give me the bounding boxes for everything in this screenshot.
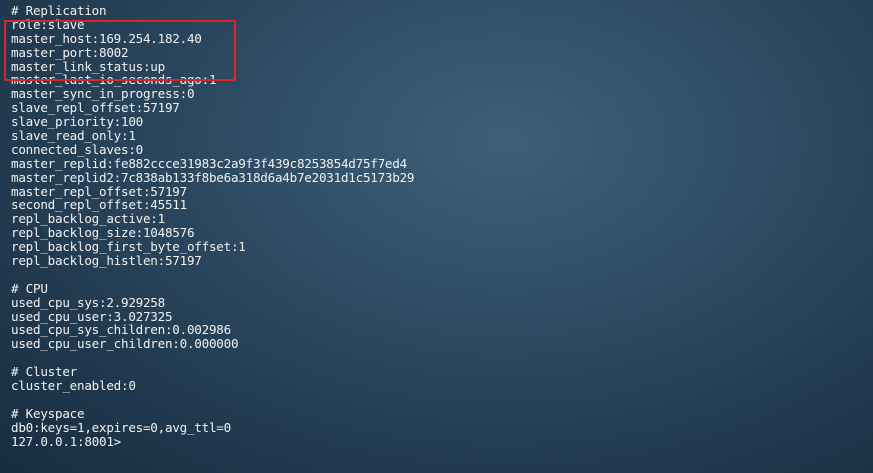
replication-slave-repl-offset: slave_repl_offset:57197 xyxy=(11,100,180,116)
cpu-used-user-children: used_cpu_user_children:0.000000 xyxy=(11,336,239,352)
replication-master-replid: master_replid:fe882ccce31983c2a9f3f439c8… xyxy=(11,155,407,171)
replication-master-link-status: master_link_status:up xyxy=(11,58,165,74)
section-header-replication: # Replication xyxy=(11,3,107,18)
replication-backlog-histlen: repl_backlog_histlen:57197 xyxy=(11,253,202,269)
section-header-cpu: # CPU xyxy=(11,280,48,296)
replication-master-repl-offset: master_repl_offset:57197 xyxy=(11,183,187,199)
replication-backlog-active: repl_backlog_active:1 xyxy=(11,211,165,227)
replication-backlog-size: repl_backlog_size:1048576 xyxy=(11,225,195,241)
terminal-output[interactable]: # Replication role:slave master_host:169… xyxy=(11,4,861,470)
keyspace-db0: db0:keys=1,expires=0,avg_ttl=0 xyxy=(11,419,231,435)
replication-master-last-io: master_last_io_seconds_ago:1 xyxy=(11,72,217,88)
replication-master-port: master_port:8002 xyxy=(11,44,129,60)
replication-connected-slaves: connected_slaves:0 xyxy=(11,141,143,157)
section-header-keyspace: # Keyspace xyxy=(11,405,85,421)
replication-backlog-first-byte-offset: repl_backlog_first_byte_offset:1 xyxy=(11,239,246,255)
cluster-enabled: cluster_enabled:0 xyxy=(11,378,136,394)
replication-master-replid2: master_replid2:7c838ab133f8be6a318d6a4b7… xyxy=(11,169,415,185)
cpu-used-sys-children: used_cpu_sys_children:0.002986 xyxy=(11,322,231,338)
replication-role: role:slave xyxy=(11,16,85,32)
cpu-used-user: used_cpu_user:3.027325 xyxy=(11,308,173,324)
cpu-used-sys: used_cpu_sys:2.929258 xyxy=(11,294,165,310)
replication-master-host: master_host:169.254.182.40 xyxy=(11,30,202,46)
section-header-cluster: # Cluster xyxy=(11,364,77,380)
command-prompt[interactable]: 127.0.0.1:8001> xyxy=(11,434,861,449)
replication-slave-priority: slave_priority:100 xyxy=(11,114,143,130)
replication-second-repl-offset: second_repl_offset:45511 xyxy=(11,197,187,213)
replication-slave-read-only: slave_read_only:1 xyxy=(11,128,136,144)
replication-master-sync-in-progress: master_sync_in_progress:0 xyxy=(11,86,195,102)
